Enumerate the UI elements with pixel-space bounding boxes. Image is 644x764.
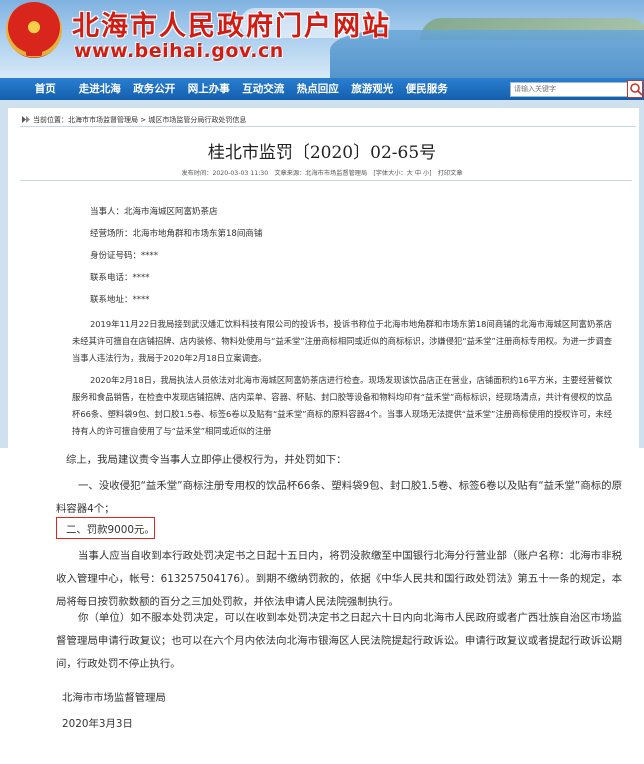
breadcrumb-label: 当前位置： xyxy=(33,116,68,124)
id-number: 身份证号码：**** xyxy=(90,251,159,261)
site-banner: 北海市人民政府门户网站 www.beihai.gov.cn xyxy=(0,0,644,78)
party-name: 当事人：北海市海城区阿富奶茶店 xyxy=(90,207,218,217)
highlight-box xyxy=(56,517,155,539)
nav-item-hot-topics[interactable]: 热点回应 xyxy=(291,78,346,100)
search-icon xyxy=(630,83,643,96)
case-paragraph-2: 2020年2月18日，我局执法人员依法对北海市海城区阿富奶茶店进行检查。现场发现… xyxy=(72,375,612,436)
search-button[interactable] xyxy=(627,80,643,98)
appeal-paragraph: 你（单位）如不服本处罚决定，可以在收到本处罚决定书之日起六十日内向北海市人民政府… xyxy=(56,612,622,670)
business-address: 经营场所：北海市地角群和市场东第18间商铺 xyxy=(90,229,263,239)
nav-item-about[interactable]: 走进北海 xyxy=(73,78,128,100)
breadcrumb-divider xyxy=(20,126,636,127)
site-url[interactable]: www.beihai.gov.cn xyxy=(74,40,284,62)
issue-date: 2020年3月3日 xyxy=(62,718,133,730)
contact-address: 联系地址：**** xyxy=(90,295,150,305)
article-meta: 发布时间：2020-03-03 11:30 文章来源：北海市市场监督管理局 [字… xyxy=(181,170,463,177)
breadcrumb-path[interactable]: 北海市市场监督管理局 > 城区市场监管分局行政处罚信息 xyxy=(68,116,246,124)
nav-item-home[interactable]: 首页 xyxy=(18,78,73,100)
site-title[interactable]: 北海市人民政府门户网站 xyxy=(72,4,391,43)
case-paragraph-1: 2019年11月22日我局接到武汉燔汇饮料科技有限公司的投诉书，投诉书称位于北海… xyxy=(72,319,612,363)
site-screenshot-frame: 北海市人民政府门户网站 www.beihai.gov.cn 首页 走进北海 政务… xyxy=(0,0,644,448)
nav-item-interaction[interactable]: 互动交流 xyxy=(236,78,291,100)
nav-item-tourism[interactable]: 旅游观光 xyxy=(345,78,400,100)
issuing-authority: 北海市市场监督管理局 xyxy=(62,692,166,704)
contact-phone: 联系电话：**** xyxy=(90,273,150,283)
penalty-summary: 综上，我局建议责令当事人立即停止侵权行为，并处罚如下： xyxy=(66,454,347,466)
location-arrow-icon xyxy=(22,116,30,123)
payment-paragraph: 当事人应当自收到本行政处罚决定书之日起十五日内，将罚没款缴至中国银行北海分行营业… xyxy=(56,550,622,608)
breadcrumb: 当前位置：北海市市场监督管理局 > 城区市场监管分局行政处罚信息 xyxy=(22,115,246,125)
page-title: 桂北市监罚〔2020〕02-65号 xyxy=(207,143,437,163)
penalty-item-1: 一、没收侵犯“益禾堂”商标注册专用权的饮品杯66条、塑料袋9包、封口胶1.5卷、… xyxy=(56,480,622,515)
nav-item-online-services[interactable]: 网上办事 xyxy=(182,78,237,100)
nav-item-public-services[interactable]: 便民服务 xyxy=(400,78,455,100)
search-input[interactable]: 请输入关键字 xyxy=(510,82,628,97)
nav-item-gov-affairs[interactable]: 政务公开 xyxy=(127,78,182,100)
national-emblem-icon xyxy=(6,2,62,58)
meta-divider xyxy=(20,180,632,181)
